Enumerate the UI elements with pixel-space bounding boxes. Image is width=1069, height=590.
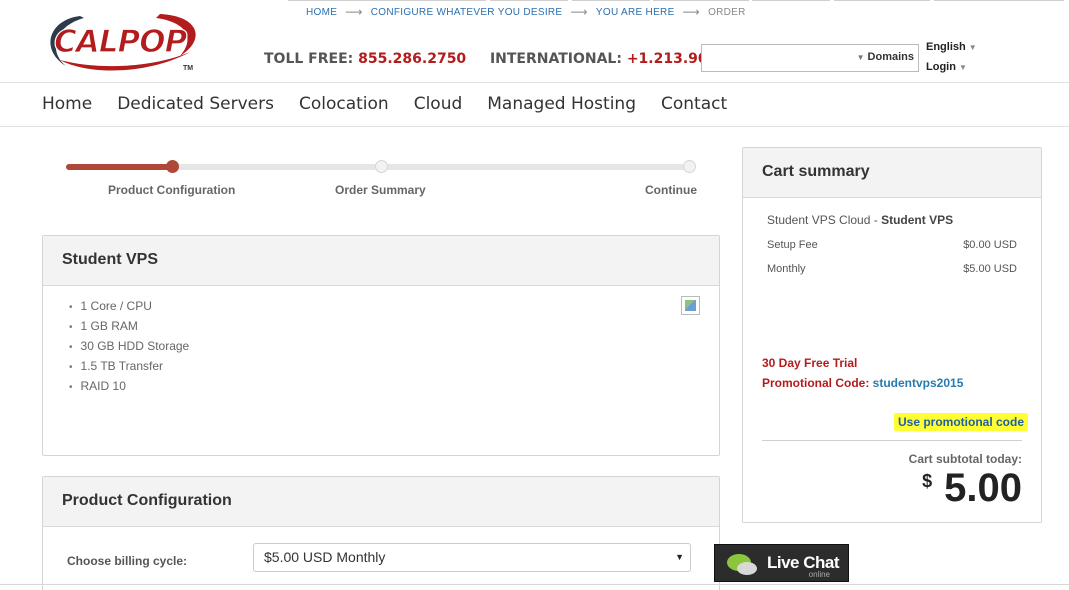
international-label: INTERNATIONAL:: [489, 51, 622, 67]
breadcrumb-configure-link[interactable]: CONFIGURE WHATEVER YOU DESIRE: [371, 7, 563, 18]
live-chat-status: online: [808, 570, 830, 579]
use-promo-code-link[interactable]: Use promotional code: [894, 413, 1029, 431]
promo-code-line: Promotional Code: studentvps2015: [762, 376, 963, 390]
progress-step-label-1: Product Configuration: [108, 183, 236, 197]
login-menu[interactable]: Login ▼: [926, 61, 967, 73]
live-chat-button[interactable]: Live Chat online: [714, 544, 849, 582]
breadcrumb: HOME ⟶ CONFIGURE WHATEVER YOU DESIRE ⟶ Y…: [306, 5, 746, 19]
nav-item-contact[interactable]: Contact: [661, 94, 727, 114]
nav-item-colocation[interactable]: Colocation: [299, 94, 389, 114]
currency-symbol: $: [922, 471, 933, 491]
nav-item-dedicated-servers[interactable]: Dedicated Servers: [117, 94, 274, 114]
cart-item-name: Student VPS: [881, 213, 954, 227]
feature-item: 1.5 TB Transfer: [69, 356, 189, 376]
arrow-right-icon: ⟶: [345, 5, 363, 19]
login-label: Login: [926, 61, 956, 73]
cart-divider: [762, 440, 1022, 441]
tollfree-label: TOLL FREE:: [264, 51, 354, 67]
breadcrumb-home-link[interactable]: HOME: [306, 7, 337, 18]
feature-item: 1 Core / CPU: [69, 296, 189, 316]
caret-down-icon: ▼: [675, 552, 684, 562]
breadcrumb-you-are-here-link[interactable]: YOU ARE HERE: [596, 7, 675, 18]
calpop-logo[interactable]: CALPOP TM: [40, 10, 210, 74]
cart-row-label: Monthly: [767, 263, 806, 275]
cart-subtotal-amount: $5.00: [922, 466, 1022, 511]
contact-phones: TOLL FREE: 855.286.2750 INTERNATIONAL: +…: [264, 51, 762, 67]
caret-down-icon: ▼: [958, 63, 967, 72]
subtotal-value: 5.00: [944, 466, 1022, 510]
progress-step-dot-2: [375, 160, 388, 173]
progress-step-label-2: Order Summary: [335, 183, 426, 197]
billing-cycle-select[interactable]: $5.00 USD Monthly ▼: [253, 543, 691, 572]
cart-row-label: Setup Fee: [767, 239, 818, 251]
header-divider: [0, 82, 1069, 83]
cart-item-title: Student VPS Cloud - Student VPS: [767, 213, 953, 227]
arrow-right-icon: ⟶: [570, 5, 588, 19]
progress-fill: [66, 164, 174, 170]
product-title: Student VPS: [43, 236, 719, 286]
caret-down-icon: ▼: [968, 43, 977, 52]
cart-row-value: $0.00 USD: [963, 239, 1017, 251]
domains-dropdown-label: Domains: [867, 51, 914, 63]
progress-step-dot-3: [683, 160, 696, 173]
broken-image-icon: [681, 296, 700, 315]
nav-divider: [0, 126, 1069, 127]
caret-down-icon: ▼: [856, 53, 865, 62]
cart-row-monthly: Monthly $5.00 USD: [767, 263, 1017, 275]
chat-bubble-secondary-icon: [737, 562, 757, 575]
domain-search-input[interactable]: ▼ Domains: [701, 44, 919, 72]
cart-item-group: Student VPS Cloud -: [767, 213, 882, 227]
billing-cycle-value: $5.00 USD Monthly: [264, 549, 386, 565]
nav-item-home[interactable]: Home: [42, 94, 92, 114]
feature-item: 30 GB HDD Storage: [69, 336, 190, 356]
progress-step-dot-1: [166, 160, 179, 173]
configuration-panel: Product Configuration Choose billing cyc…: [42, 476, 720, 590]
free-trial-text: 30 Day Free Trial: [762, 356, 858, 370]
promo-code-value: studentvps2015: [872, 376, 964, 390]
cart-summary-panel: Cart summary Student VPS Cloud - Student…: [742, 147, 1042, 523]
top-strip: [0, 0, 1069, 3]
configuration-title: Product Configuration: [43, 477, 719, 527]
billing-cycle-label: Choose billing cycle:: [67, 554, 188, 568]
tollfree-number: 855.286.2750: [358, 51, 467, 67]
main-nav: Home Dedicated Servers Colocation Cloud …: [42, 94, 752, 114]
breadcrumb-current: ORDER: [708, 6, 746, 18]
nav-item-cloud[interactable]: Cloud: [414, 94, 463, 114]
feature-item: RAID 10: [69, 376, 189, 396]
domains-dropdown[interactable]: ▼ Domains: [857, 51, 914, 63]
language-selector[interactable]: English ▼: [926, 41, 977, 53]
logo-wordmark: CALPOP: [54, 24, 188, 60]
nav-item-managed-hosting[interactable]: Managed Hosting: [487, 94, 636, 114]
cart-row-value: $5.00 USD: [963, 263, 1017, 275]
cart-subtotal-label: Cart subtotal today:: [908, 452, 1022, 466]
product-panel: Student VPS 1 Core / CPU 1 GB RAM 30 GB …: [42, 235, 720, 456]
logo-tm: TM: [183, 65, 193, 72]
arrow-right-icon: ⟶: [682, 5, 701, 19]
progress-step-label-3: Continue: [645, 183, 697, 197]
bottom-divider: [0, 584, 1069, 585]
cart-title: Cart summary: [743, 148, 1041, 198]
cart-row-setup-fee: Setup Fee $0.00 USD: [767, 239, 1017, 251]
promo-code-label: Promotional Code:: [762, 376, 873, 390]
feature-item: 1 GB RAM: [69, 316, 189, 336]
language-label: English: [926, 41, 966, 53]
feature-list: 1 Core / CPU 1 GB RAM 30 GB HDD Storage …: [69, 296, 190, 396]
